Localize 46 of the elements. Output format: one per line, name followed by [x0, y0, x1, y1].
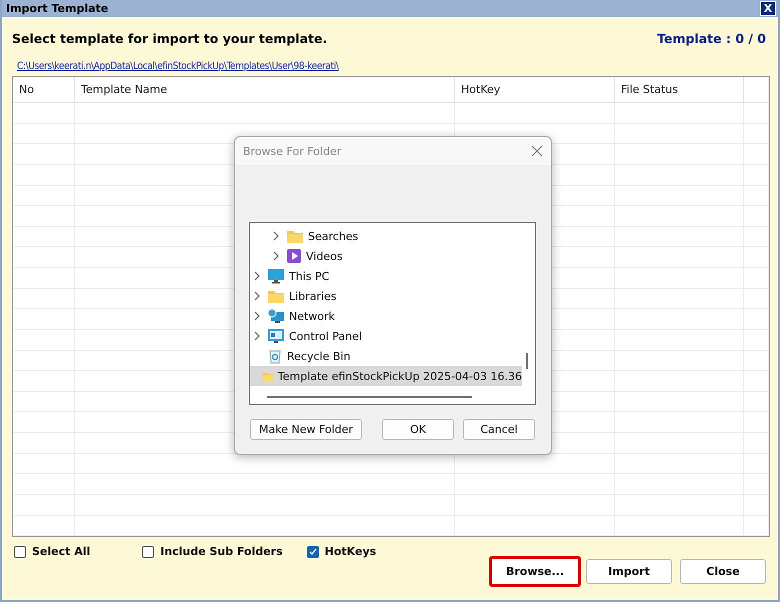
- column-header: File Status: [615, 77, 744, 102]
- network-icon: [267, 308, 285, 324]
- column-header: No: [13, 77, 75, 102]
- scrollbar-thumb[interactable]: [526, 353, 528, 369]
- dialog-button[interactable]: OK: [382, 419, 454, 440]
- checkbox-label: Select All: [32, 545, 90, 558]
- template-counter: Template : 0 / 0: [657, 31, 766, 46]
- tree-item[interactable]: Videos: [250, 246, 522, 266]
- checkbox[interactable]: [142, 546, 154, 558]
- scrollbar-thumb[interactable]: [267, 396, 472, 398]
- checkbox-label: Include Sub Folders: [160, 545, 283, 558]
- recycle-bin-icon: [267, 348, 283, 364]
- chevron-icon[interactable]: [271, 251, 281, 261]
- dialog-button[interactable]: Close: [680, 559, 766, 584]
- checkbox[interactable]: [14, 546, 26, 558]
- monitor-icon: [267, 268, 285, 284]
- instruction-heading: Select template for import to your template.: [12, 31, 328, 46]
- checkbox[interactable]: [306, 546, 319, 558]
- tree-item[interactable]: Searches: [250, 226, 522, 246]
- column-header: HotKey: [455, 77, 615, 102]
- chevron-icon[interactable]: [271, 231, 281, 241]
- checkbox-label: HotKeys: [324, 545, 376, 558]
- folder-icon: [267, 288, 285, 304]
- dialog-button[interactable]: Import: [586, 559, 672, 584]
- folder-path-link[interactable]: C:\Users\keerati.n\AppData\Local\efinStockPickUp\Templates\User\98-keerati\: [17, 61, 778, 72]
- folder-icon: [286, 228, 304, 244]
- dialog-button[interactable]: Cancel: [463, 419, 535, 440]
- tree-item[interactable]: Template efinStockPickUp 2025-04-03 16.36: [250, 366, 522, 386]
- tree-item[interactable]: Network: [250, 306, 522, 326]
- tree-item[interactable]: Libraries: [250, 286, 522, 306]
- tree-item[interactable]: Recycle Bin: [250, 346, 522, 366]
- column-header: Template Name: [75, 77, 455, 102]
- dialog-button[interactable]: Browse...: [489, 556, 581, 587]
- window-close-button[interactable]: X: [760, 1, 776, 16]
- make-folder-button[interactable]: Make New Folder: [250, 419, 362, 440]
- chevron-icon[interactable]: [252, 311, 262, 321]
- close-icon[interactable]: [531, 145, 543, 157]
- tree-item[interactable]: Control Panel: [250, 326, 522, 346]
- tree-item[interactable]: This PC: [250, 266, 522, 286]
- chevron-icon[interactable]: [252, 271, 262, 281]
- chevron-icon[interactable]: [252, 291, 262, 301]
- control-panel-icon: [267, 328, 285, 344]
- video-icon: [286, 248, 302, 264]
- dialog-title: Browse For Folder: [243, 144, 342, 158]
- window-title: Import Template: [6, 2, 108, 15]
- chevron-icon[interactable]: [252, 331, 262, 341]
